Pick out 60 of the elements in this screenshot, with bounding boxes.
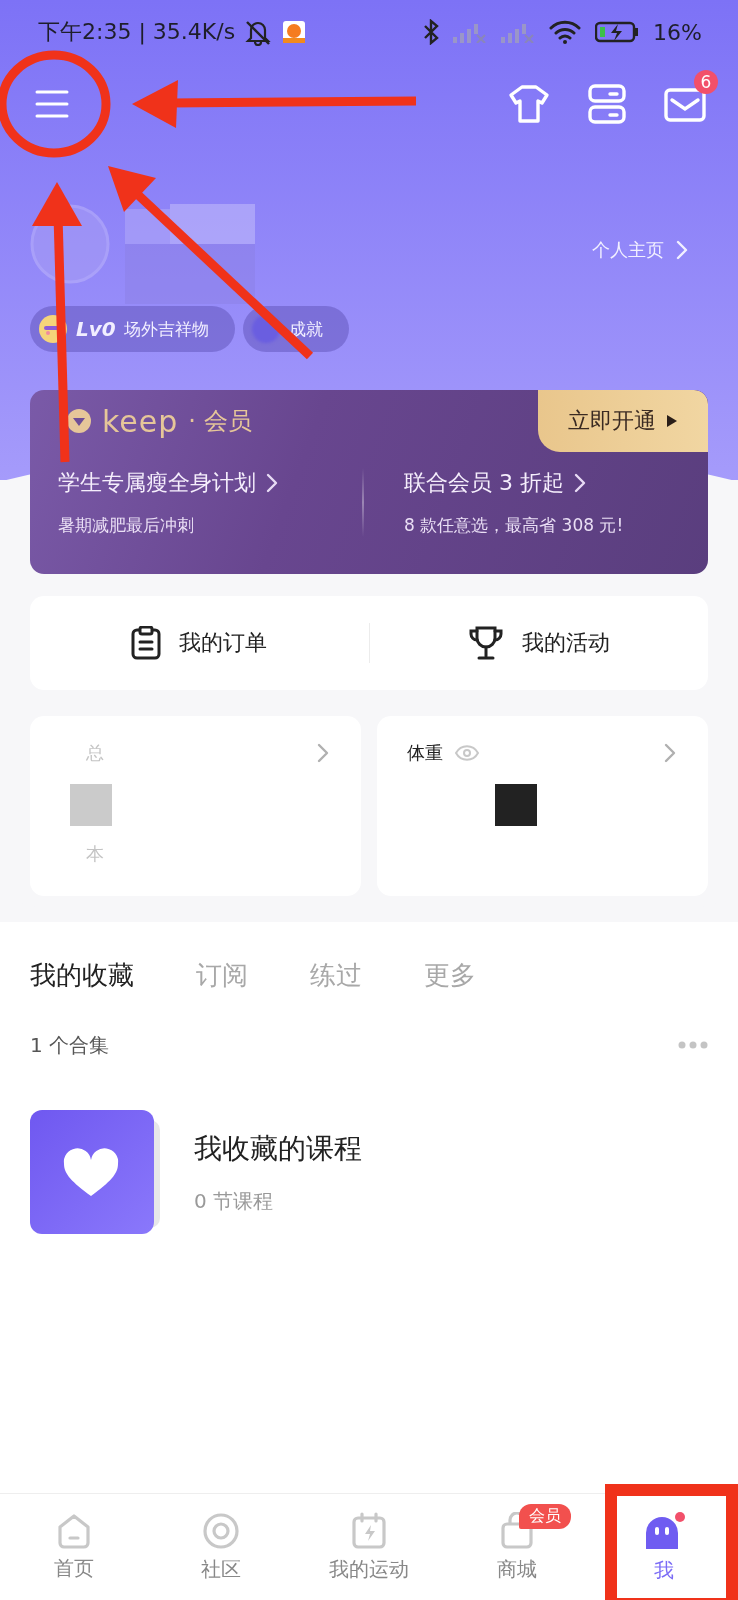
- medal-icon: [250, 314, 281, 344]
- censored-value: [70, 784, 112, 826]
- server-icon[interactable]: [588, 84, 626, 124]
- chevron-icon: [664, 743, 676, 763]
- membership-offer[interactable]: 学生专属瘦全身计划 暑期减肥最后冲刺: [58, 468, 362, 537]
- nav-tab[interactable]: 会员 商城: [442, 1494, 591, 1600]
- collection-item[interactable]: 我收藏的课程 0 节课程: [30, 1110, 708, 1234]
- collection-title: 我收藏的课程: [194, 1130, 362, 1167]
- bluetooth-icon: [423, 19, 440, 45]
- signal-icon: [453, 21, 488, 43]
- chevron-icon: [317, 743, 329, 763]
- collection-subtitle: 0 节课程: [194, 1187, 275, 1215]
- member-badge: 会员: [518, 1504, 571, 1529]
- battery-charging-icon: [595, 21, 640, 43]
- nav-tab[interactable]: 首页: [0, 1494, 148, 1600]
- calendar-bolt-icon: [351, 1511, 387, 1550]
- nav-tab[interactable]: 社区: [147, 1494, 296, 1600]
- clipboard-icon: [131, 626, 162, 660]
- collection-tab[interactable]: 订阅: [196, 957, 248, 993]
- battery-percentage: 16%: [653, 19, 702, 45]
- shirt-icon[interactable]: [508, 84, 550, 124]
- offer-title: 学生专属瘦全身计划: [58, 469, 256, 497]
- stat-caption: 本: [85, 842, 105, 866]
- nav-tab[interactable]: 我: [590, 1494, 738, 1600]
- stat-card[interactable]: 体重: [377, 716, 708, 896]
- collection-tab[interactable]: 练过: [310, 957, 362, 993]
- membership-label: · 会员: [188, 406, 252, 437]
- stat-title: 体重: [407, 741, 443, 765]
- achievement-badge[interactable]: Lv0 场外吉祥物: [30, 306, 235, 352]
- offer-title: 联合会员 3 折起: [404, 469, 564, 497]
- profile-link[interactable]: 个人主页: [592, 238, 688, 262]
- heart-cover-icon: [30, 1110, 160, 1234]
- app-notification-icon: [283, 21, 306, 43]
- subscribe-button[interactable]: 立即开通: [538, 390, 708, 452]
- offer-subtitle: 暑期减肥最后冲刺: [58, 514, 195, 537]
- more-icon[interactable]: [678, 1041, 708, 1049]
- shortcut-button[interactable]: 我的订单: [30, 613, 369, 673]
- signal-icon: [501, 21, 536, 43]
- nav-tab[interactable]: 我的运动: [295, 1494, 443, 1600]
- collection-tab[interactable]: 我的收藏: [30, 957, 134, 993]
- target-icon: [202, 1511, 241, 1550]
- membership-offer[interactable]: 联合会员 3 折起 8 款任意选，最高省 308 元!: [364, 468, 708, 537]
- wifi-icon: [549, 20, 582, 44]
- chevron-icon: [676, 240, 688, 260]
- mascot-icon: [38, 314, 68, 344]
- chevron-icon: [574, 473, 586, 493]
- offer-subtitle: 8 款任意选，最高省 308 元!: [404, 514, 625, 537]
- keep-logo: keep: [102, 403, 179, 439]
- diamond-logo-icon: [66, 408, 92, 434]
- collection-count: 1 个合集: [30, 1031, 110, 1059]
- home-icon: [56, 1512, 91, 1549]
- stat-title: 总: [85, 741, 104, 765]
- play-icon: [666, 414, 678, 428]
- trophy-icon: [467, 626, 504, 660]
- collection-tab[interactable]: 更多: [424, 957, 476, 993]
- shortcut-button[interactable]: 我的活动: [369, 613, 708, 673]
- menu-icon[interactable]: [34, 88, 70, 120]
- chevron-icon: [266, 473, 278, 493]
- censored-value: [495, 784, 537, 826]
- status-time-speed: 下午2:35 | 35.4K/s: [38, 18, 236, 47]
